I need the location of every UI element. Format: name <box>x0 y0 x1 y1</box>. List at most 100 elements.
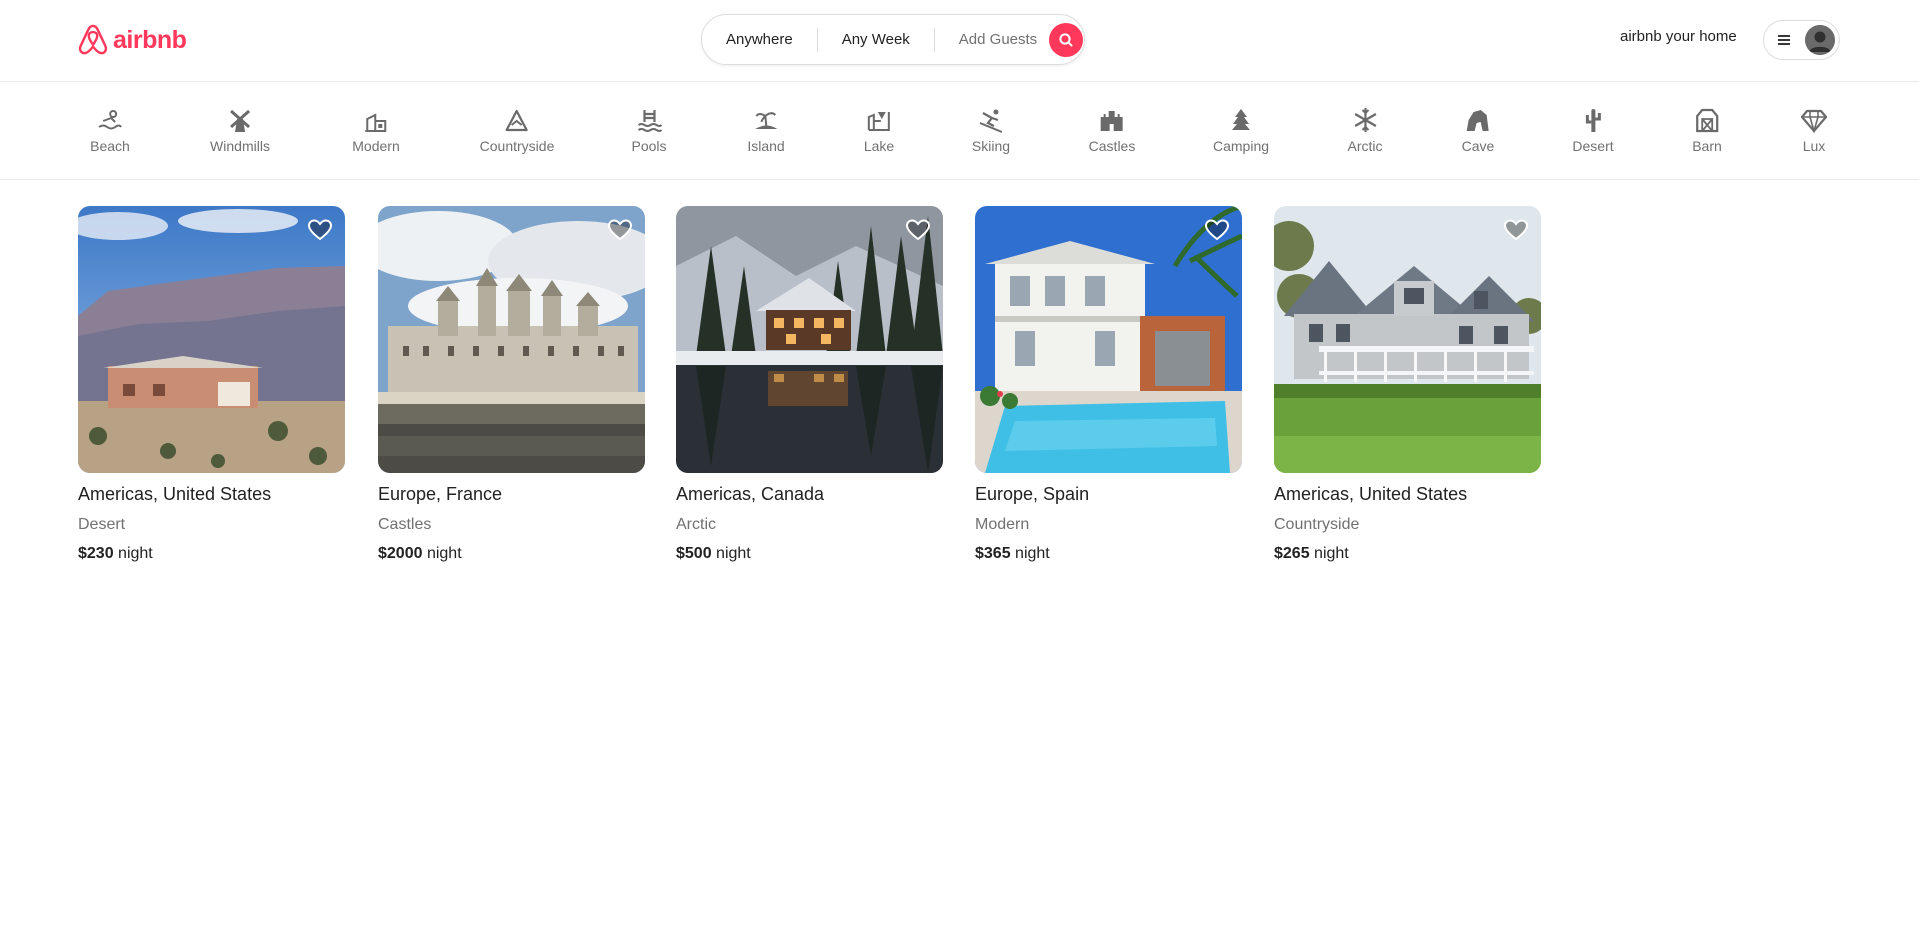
user-avatar-icon <box>1805 25 1835 55</box>
search-guests[interactable]: Add Guests <box>935 27 1049 53</box>
listing-price-line: $365 night <box>975 545 1242 563</box>
category-beach[interactable]: Beach <box>90 107 130 154</box>
listing-photo[interactable] <box>1274 206 1541 473</box>
hamburger-menu-icon <box>1778 35 1790 45</box>
listing-card[interactable]: Europe, France Castles $2000 night <box>378 206 645 563</box>
lake-icon <box>867 112 890 131</box>
cactus-icon <box>1585 109 1601 132</box>
listing-photo[interactable] <box>676 206 943 473</box>
price-unit: night <box>716 545 751 562</box>
listing-price: $230 <box>78 545 114 562</box>
diamond-icon <box>1801 109 1827 133</box>
category-label: Castles <box>1088 138 1136 154</box>
listing-card[interactable]: Europe, Spain Modern $365 night <box>975 206 1242 563</box>
category-label: Countryside <box>479 138 555 154</box>
category-label: Barn <box>1692 138 1722 154</box>
heart-icon[interactable] <box>1204 217 1230 243</box>
cave-icon <box>1467 110 1489 131</box>
category-label: Desert <box>1572 138 1614 154</box>
host-link[interactable]: airbnb your home <box>1620 28 1737 45</box>
price-unit: night <box>1314 545 1349 562</box>
category-arctic[interactable]: Arctic <box>1348 107 1383 154</box>
search-icon <box>1059 32 1073 47</box>
barn-icon <box>1695 108 1719 133</box>
category-label: Pools <box>631 138 667 154</box>
category-castles[interactable]: Castles <box>1088 107 1136 154</box>
country-house-photo <box>1274 206 1541 473</box>
category-pools[interactable]: Pools <box>631 107 667 154</box>
listing-price: $2000 <box>378 545 423 562</box>
modern-house-icon <box>365 113 386 132</box>
category-camping[interactable]: Camping <box>1213 107 1269 154</box>
heart-icon[interactable] <box>607 217 633 243</box>
listing-photo[interactable] <box>975 206 1242 473</box>
listing-price-line: $230 night <box>78 545 345 563</box>
listing-category: Countryside <box>1274 516 1360 533</box>
category-countryside[interactable]: Countryside <box>479 107 555 154</box>
castle-icon <box>1101 111 1123 131</box>
listing-price-line: $500 night <box>676 545 943 563</box>
brand-name: airbnb <box>113 25 187 54</box>
listing-card[interactable]: Americas, Canada Arctic $500 night <box>676 206 943 563</box>
search-button[interactable] <box>1049 22 1084 57</box>
category-label: Lux <box>1802 138 1826 154</box>
listing-category: Modern <box>975 516 1030 533</box>
listing-category: Castles <box>378 516 432 533</box>
listing-price: $365 <box>975 545 1011 562</box>
heart-icon[interactable] <box>905 217 931 243</box>
snowy-cabin-photo <box>676 206 943 473</box>
price-unit: night <box>1015 545 1050 562</box>
desert-house-photo <box>78 206 345 473</box>
search-where[interactable]: Anywhere <box>702 27 817 53</box>
listing-location: Americas, Canada <box>676 484 825 504</box>
category-lake[interactable]: Lake <box>864 107 894 154</box>
category-barn[interactable]: Barn <box>1692 107 1722 154</box>
category-label: Arctic <box>1347 138 1383 154</box>
countryside-icon <box>505 109 529 132</box>
listing-photo[interactable] <box>378 206 645 473</box>
listing-price: $265 <box>1274 545 1310 562</box>
search-when[interactable]: Any Week <box>818 27 934 53</box>
category-label: Cave <box>1461 138 1495 154</box>
category-label: Modern <box>352 138 400 154</box>
listing-category: Desert <box>78 516 126 533</box>
category-cave[interactable]: Cave <box>1461 107 1495 154</box>
airbnb-logo[interactable]: airbnb <box>78 22 187 58</box>
listing-photo[interactable] <box>78 206 345 473</box>
category-desert[interactable]: Desert <box>1572 107 1614 154</box>
airbnb-logo-icon <box>78 24 108 55</box>
skiing-icon <box>979 109 1003 133</box>
price-unit: night <box>426 545 462 562</box>
listing-location: Americas, United States <box>1274 484 1468 504</box>
category-label: Island <box>747 138 785 154</box>
category-label: Camping <box>1212 138 1270 154</box>
pool-icon <box>637 110 662 132</box>
island-icon <box>754 112 777 129</box>
windmill-icon <box>229 109 250 132</box>
beach-icon <box>98 110 122 130</box>
category-label: Lake <box>863 138 895 154</box>
top-header: airbnb Anywhere Any Week Add Guests airb… <box>0 0 1919 82</box>
castle-photo <box>378 206 645 473</box>
category-modern[interactable]: Modern <box>352 107 400 154</box>
category-windmills[interactable]: Windmills <box>210 107 270 154</box>
search-bar[interactable]: Anywhere Any Week Add Guests <box>701 14 1085 65</box>
heart-icon[interactable] <box>1503 217 1529 243</box>
category-lux[interactable]: Lux <box>1801 107 1827 154</box>
listing-card[interactable]: Americas, United States Countryside $265… <box>1274 206 1541 563</box>
snowflake-icon <box>1354 108 1376 132</box>
listing-price: $500 <box>676 545 712 562</box>
villa-pool-photo <box>975 206 1242 473</box>
listing-card[interactable]: Americas, United States Desert $230 nigh… <box>78 206 345 563</box>
listing-category: Arctic <box>676 516 716 533</box>
category-bar: Beach Windmills Modern Countryside Pools… <box>0 82 1919 180</box>
heart-icon[interactable] <box>307 217 333 243</box>
price-unit: night <box>118 545 153 562</box>
category-island[interactable]: Island <box>747 107 785 154</box>
listing-location: Americas, United States <box>78 484 272 504</box>
listing-price-line: $2000 night <box>378 545 645 563</box>
category-label: Skiing <box>971 138 1011 154</box>
listing-price-line: $265 night <box>1274 545 1541 563</box>
category-skiing[interactable]: Skiing <box>972 107 1010 154</box>
user-menu-button[interactable] <box>1763 20 1840 60</box>
